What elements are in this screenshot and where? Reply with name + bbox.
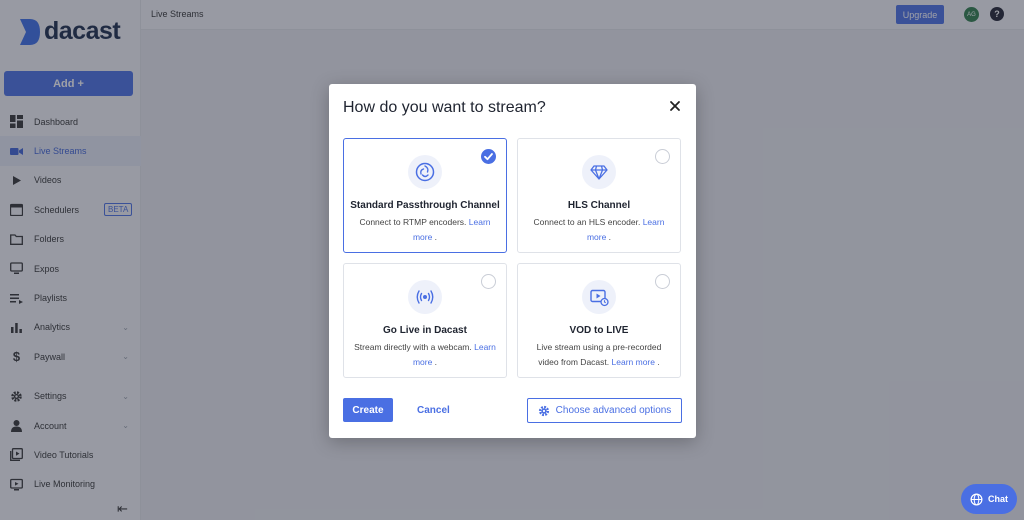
option-radio-checked[interactable] <box>481 149 496 164</box>
option-radio[interactable] <box>655 149 670 164</box>
chat-globe-icon <box>970 493 983 505</box>
vod-clock-icon <box>582 280 616 314</box>
option-hls-channel[interactable]: HLS Channel Connect to an HLS encoder. L… <box>517 138 681 253</box>
option-radio[interactable] <box>481 274 496 289</box>
option-description-text: Connect to an HLS encoder. <box>533 217 641 227</box>
option-standard-passthrough[interactable]: Standard Passthrough Channel Connect to … <box>343 138 507 253</box>
option-description: Live stream using a pre-recorded video f… <box>526 340 672 370</box>
option-title: Standard Passthrough Channel <box>350 200 500 211</box>
create-button[interactable]: Create <box>343 398 393 422</box>
option-vod-to-live[interactable]: VOD to LIVE Live stream using a pre-reco… <box>517 263 681 378</box>
stream-type-dialog: How do you want to stream? Standard Pass… <box>329 84 696 438</box>
cancel-button[interactable]: Cancel <box>417 398 450 422</box>
option-description-suffix: . <box>432 357 438 367</box>
option-description-suffix: . <box>606 232 612 242</box>
option-title: Go Live in Dacast <box>383 325 467 336</box>
chat-button[interactable]: Chat <box>961 484 1017 514</box>
option-description: Connect to RTMP encoders. Learn more . <box>352 215 498 245</box>
choose-advanced-options-button[interactable]: Choose advanced options <box>527 398 682 423</box>
obs-icon <box>408 155 442 189</box>
learn-more-link[interactable]: Learn more <box>612 357 655 367</box>
advanced-options-label: Choose advanced options <box>555 405 672 416</box>
option-description-text: Connect to RTMP encoders. <box>359 217 467 227</box>
close-icon[interactable] <box>668 99 682 113</box>
option-go-live-in-dacast[interactable]: Go Live in Dacast Stream directly with a… <box>343 263 507 378</box>
dialog-title: How do you want to stream? <box>343 99 546 116</box>
diamond-icon <box>582 155 616 189</box>
option-title: HLS Channel <box>567 200 631 211</box>
broadcast-icon <box>408 280 442 314</box>
option-title: VOD to LIVE <box>569 325 629 336</box>
option-description: Connect to an HLS encoder. Learn more . <box>526 215 672 245</box>
option-description: Stream directly with a webcam. Learn mor… <box>352 340 498 370</box>
checkmark-icon <box>484 153 493 161</box>
chat-label: Chat <box>988 494 1008 504</box>
option-description-suffix: . <box>432 232 438 242</box>
option-description-text: Stream directly with a webcam. <box>354 342 472 352</box>
option-radio[interactable] <box>655 274 670 289</box>
gear-icon <box>538 405 549 416</box>
option-description-suffix: . <box>654 357 660 367</box>
